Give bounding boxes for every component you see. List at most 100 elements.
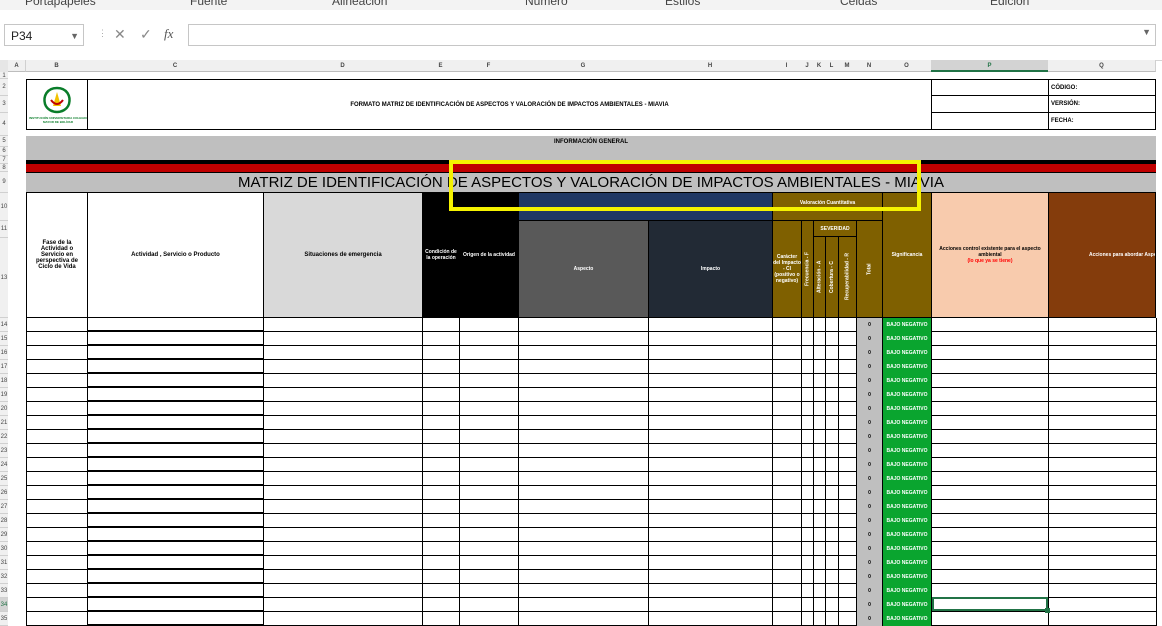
header-fase[interactable]: Fase de la Actividad o Servicio en persp… — [26, 192, 88, 318]
grid-cell[interactable] — [519, 346, 649, 360]
chevron-down-icon[interactable]: ▼ — [70, 25, 79, 47]
grid-cell[interactable] — [814, 500, 826, 514]
row-header-17[interactable]: 17 — [0, 360, 8, 374]
row-header-33[interactable]: 33 — [0, 584, 8, 598]
grid-cell[interactable] — [826, 528, 839, 542]
grid-cell[interactable] — [932, 346, 1049, 360]
column-header-c[interactable]: C — [87, 60, 264, 72]
grid-cell[interactable] — [773, 556, 802, 570]
total-value[interactable]: 0 — [857, 486, 883, 500]
grid-cell[interactable] — [932, 402, 1049, 416]
total-value[interactable]: 0 — [857, 444, 883, 458]
header-cobertura[interactable]: Cobertura - C — [825, 236, 839, 318]
column-header-q[interactable]: Q — [1048, 60, 1156, 72]
grid-cell[interactable] — [839, 402, 857, 416]
grid-cell[interactable] — [27, 388, 88, 402]
grid-cell[interactable] — [839, 318, 857, 332]
significancia-badge[interactable]: BAJO NEGATIVO — [883, 584, 932, 598]
total-value[interactable]: 0 — [857, 318, 883, 332]
grid-cell[interactable] — [264, 598, 423, 612]
total-value[interactable]: 0 — [857, 598, 883, 612]
grid-cell[interactable] — [649, 528, 773, 542]
grid-cell[interactable] — [1049, 430, 1157, 444]
total-value[interactable]: 0 — [857, 514, 883, 528]
grid-cell[interactable] — [773, 458, 802, 472]
grid-cell[interactable] — [27, 374, 88, 388]
ribbon-group-cells[interactable]: Celdas — [840, 0, 877, 8]
grid-cell[interactable] — [264, 346, 423, 360]
grid-cell[interactable] — [27, 318, 88, 332]
column-header-p[interactable]: P — [931, 60, 1049, 72]
row-header-4[interactable]: 4 — [0, 113, 8, 136]
version-label[interactable]: VERSIÓN: — [1048, 95, 1156, 113]
total-value[interactable]: 0 — [857, 360, 883, 374]
significancia-badge[interactable]: BAJO NEGATIVO — [883, 388, 932, 402]
grid-cell[interactable] — [932, 458, 1049, 472]
significancia-badge[interactable]: BAJO NEGATIVO — [883, 430, 932, 444]
total-value[interactable]: 0 — [857, 388, 883, 402]
grid-cell[interactable] — [839, 598, 857, 612]
grid-cell[interactable] — [460, 416, 519, 430]
grid-cell[interactable] — [88, 318, 264, 332]
grid-cell[interactable] — [264, 486, 423, 500]
grid-cell[interactable] — [423, 556, 460, 570]
significancia-badge[interactable]: BAJO NEGATIVO — [883, 402, 932, 416]
significancia-badge[interactable]: BAJO NEGATIVO — [883, 486, 932, 500]
grid-cell[interactable] — [839, 514, 857, 528]
grid-cell[interactable] — [802, 528, 814, 542]
significancia-badge[interactable]: BAJO NEGATIVO — [883, 318, 932, 332]
grid-cell[interactable] — [773, 416, 802, 430]
grid-cell[interactable] — [423, 402, 460, 416]
grid-cell[interactable] — [826, 318, 839, 332]
grid-cell[interactable] — [802, 556, 814, 570]
ribbon-group-clipboard[interactable]: Portapapeles — [25, 0, 96, 8]
total-value[interactable]: 0 — [857, 528, 883, 542]
row-header-3[interactable]: 3 — [0, 96, 8, 113]
grid-cell[interactable] — [519, 374, 649, 388]
grid-cell[interactable] — [932, 430, 1049, 444]
grid-cell[interactable] — [27, 500, 88, 514]
grid-cell[interactable] — [814, 374, 826, 388]
row-header-8[interactable]: 8 — [0, 164, 8, 172]
ribbon-group-font[interactable]: Fuente — [190, 0, 227, 8]
grid-cell[interactable] — [802, 514, 814, 528]
grid-cell[interactable] — [460, 570, 519, 584]
significancia-badge[interactable]: BAJO NEGATIVO — [883, 542, 932, 556]
grid-cell[interactable] — [802, 500, 814, 514]
grid-cell[interactable] — [932, 388, 1049, 402]
significancia-badge[interactable]: BAJO NEGATIVO — [883, 374, 932, 388]
grid-cell[interactable] — [423, 416, 460, 430]
grid-cell[interactable] — [826, 444, 839, 458]
grid-cell[interactable] — [839, 500, 857, 514]
grid-cell[interactable] — [1049, 318, 1157, 332]
grid-cell[interactable] — [264, 430, 423, 444]
grid-cell[interactable] — [802, 360, 814, 374]
grid-cell[interactable] — [519, 528, 649, 542]
grid-cell[interactable] — [773, 500, 802, 514]
grid-cell[interactable] — [826, 346, 839, 360]
header-acciones-control[interactable]: Acciones control existente para el aspec… — [931, 192, 1049, 318]
grid-cell[interactable] — [88, 360, 264, 374]
row-header-5[interactable]: 5 — [0, 136, 8, 147]
grid-cell[interactable] — [814, 556, 826, 570]
ribbon-group-editing[interactable]: Edición — [990, 0, 1029, 8]
grid-cell[interactable] — [802, 388, 814, 402]
grid-cell[interactable] — [519, 472, 649, 486]
grid-cell[interactable] — [88, 500, 264, 514]
grid-cell[interactable] — [802, 374, 814, 388]
grid-cell[interactable] — [649, 318, 773, 332]
grid-cell[interactable] — [88, 402, 264, 416]
grid-cell[interactable] — [423, 486, 460, 500]
significancia-badge[interactable]: BAJO NEGATIVO — [883, 598, 932, 612]
grid-cell[interactable] — [773, 486, 802, 500]
grid-cell[interactable] — [460, 500, 519, 514]
grid-cell[interactable] — [27, 556, 88, 570]
grid-cell[interactable] — [839, 374, 857, 388]
row-header-6[interactable]: 6 — [0, 147, 8, 156]
grid-cell[interactable] — [27, 514, 88, 528]
grid-cell[interactable] — [460, 514, 519, 528]
grid-cell[interactable] — [649, 556, 773, 570]
row-header-29[interactable]: 29 — [0, 528, 8, 542]
total-value[interactable]: 0 — [857, 430, 883, 444]
grid-cell[interactable] — [519, 500, 649, 514]
